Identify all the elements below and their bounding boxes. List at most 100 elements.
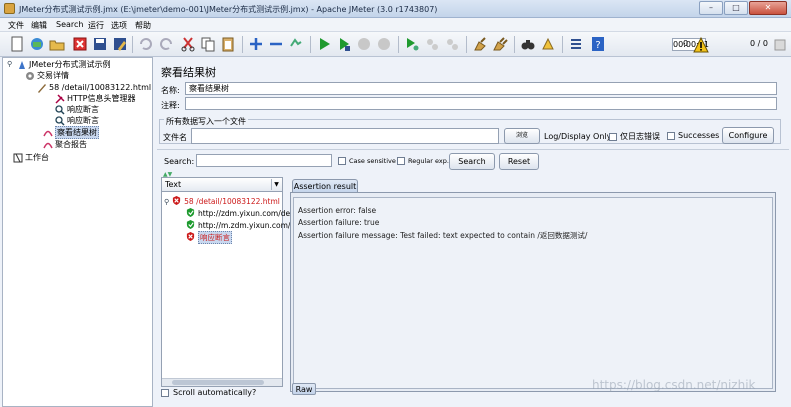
assertion-output[interactable]: Assertion error: false Assertion failure… bbox=[293, 197, 773, 389]
thread-group-icon bbox=[25, 71, 35, 81]
menu-run[interactable]: 运行 bbox=[88, 20, 104, 31]
collapse-icon[interactable] bbox=[268, 36, 284, 52]
result-list[interactable]: Text ▼ ⚲ 58 /detail/10083122.html http:/… bbox=[161, 177, 298, 387]
reset-button[interactable]: Reset bbox=[499, 153, 539, 170]
clear-icon[interactable] bbox=[472, 36, 488, 52]
regex-checkbox[interactable]: Regular exp. bbox=[397, 157, 449, 165]
checkbox-box[interactable] bbox=[397, 157, 405, 165]
tab-body: Assertion error: false Assertion failure… bbox=[290, 192, 776, 392]
tab-assertion-result[interactable]: Assertion result bbox=[292, 179, 358, 193]
tree-node-workbench[interactable]: 工作台 bbox=[13, 152, 49, 163]
remote-start-icon[interactable] bbox=[404, 36, 420, 52]
status-indicator-icon bbox=[772, 37, 788, 53]
tree-node-thread-group[interactable]: 交易详情 bbox=[25, 70, 69, 81]
chevron-down-icon[interactable]: ▼ bbox=[271, 179, 281, 190]
pass-shield-icon bbox=[186, 208, 195, 219]
checkbox-box[interactable] bbox=[609, 132, 617, 141]
new-icon[interactable] bbox=[9, 36, 25, 52]
result-item-sampler[interactable]: ⚲ 58 /detail/10083122.html bbox=[164, 196, 280, 207]
expand-toggle[interactable]: ⚲ bbox=[7, 60, 12, 68]
window-titlebar: JMeter分布式测试示例.jmx (E:\jmeter\demo-001\JM… bbox=[0, 0, 791, 18]
clear-all-icon[interactable] bbox=[492, 36, 508, 52]
errors-only-label: 仅日志错误 bbox=[620, 132, 660, 141]
browse-button[interactable]: 浏览 bbox=[504, 128, 540, 144]
menu-edit[interactable]: 编辑 bbox=[31, 20, 47, 31]
expand-toggle[interactable]: ⚲ bbox=[164, 198, 169, 206]
tree-node-label: 交易详情 bbox=[37, 71, 69, 80]
stop-icon[interactable] bbox=[356, 36, 372, 52]
paste-icon[interactable] bbox=[220, 36, 236, 52]
close-icon[interactable] bbox=[72, 36, 88, 52]
menu-help[interactable]: 帮助 bbox=[135, 20, 151, 31]
workbench-icon bbox=[13, 153, 23, 163]
errors-only-checkbox[interactable]: 仅日志错误 bbox=[609, 131, 660, 142]
listener-icon bbox=[43, 140, 53, 150]
header-manager-icon bbox=[55, 93, 65, 104]
open-icon[interactable] bbox=[49, 36, 65, 52]
assertion-line: Assertion failure: true bbox=[298, 218, 380, 227]
panel-heading: 察看结果树 bbox=[161, 66, 216, 79]
tree-node-assertion-1[interactable]: 响应断言 bbox=[55, 104, 99, 115]
result-item-assertion[interactable]: 响应断言 bbox=[186, 231, 232, 244]
checkbox-box[interactable] bbox=[161, 388, 169, 397]
copy-icon[interactable] bbox=[200, 36, 216, 52]
shutdown-icon[interactable] bbox=[376, 36, 392, 52]
checkbox-box[interactable] bbox=[667, 131, 675, 140]
configure-button[interactable]: Configure bbox=[722, 127, 774, 144]
help-icon[interactable]: ? bbox=[590, 36, 606, 52]
minimize-button[interactable]: – bbox=[699, 1, 723, 15]
menu-bar: 文件 编辑 Search 运行 选项 帮助 bbox=[0, 18, 791, 32]
renderer-select[interactable]: Text ▼ bbox=[162, 178, 282, 192]
start-no-pause-icon[interactable] bbox=[336, 36, 352, 52]
toggle-icon[interactable] bbox=[288, 36, 304, 52]
file-group-title: 所有数据写入一个文件 bbox=[164, 116, 248, 127]
tree-node-label: JMeter分布式测试示例 bbox=[29, 60, 111, 69]
maximize-button[interactable]: □ bbox=[724, 1, 748, 15]
renderer-value: Text bbox=[165, 180, 182, 189]
checkbox-box[interactable] bbox=[338, 157, 346, 165]
successes-checkbox[interactable]: Successes bbox=[667, 131, 719, 140]
name-field[interactable]: 察看结果树 bbox=[185, 82, 777, 95]
file-name-field[interactable] bbox=[191, 128, 499, 144]
remote-stop-icon[interactable] bbox=[424, 36, 440, 52]
comment-field[interactable] bbox=[185, 97, 777, 110]
search-icon[interactable] bbox=[520, 36, 536, 52]
tree-node-http-sampler[interactable]: 58 /detail/10083122.html bbox=[37, 82, 151, 93]
test-plan-tree[interactable]: ⚲ JMeter分布式测试示例 交易详情 58 /detail/10083122… bbox=[2, 57, 153, 407]
tree-node-view-results-tree[interactable]: 察看结果树 bbox=[43, 126, 99, 139]
scroll-automatically-checkbox[interactable]: Scroll automatically? bbox=[161, 388, 256, 397]
comment-label: 注释: bbox=[161, 101, 180, 110]
start-icon[interactable] bbox=[316, 36, 332, 52]
tab-raw[interactable]: Raw bbox=[292, 383, 316, 395]
templates-icon[interactable] bbox=[29, 36, 45, 52]
tree-node-test-plan[interactable]: JMeter分布式测试示例 bbox=[17, 59, 111, 70]
toolbar: ? 00:00:01 0 0 / 0 bbox=[0, 32, 791, 57]
tree-node-header-manager[interactable]: HTTP信息头管理器 bbox=[55, 93, 135, 104]
tree-node-assertion-2[interactable]: 响应断言 bbox=[55, 115, 99, 126]
redo-icon[interactable] bbox=[158, 36, 174, 52]
case-sensitive-checkbox[interactable]: Case sensitive bbox=[338, 157, 396, 165]
function-helper-icon[interactable] bbox=[568, 36, 584, 52]
fail-shield-icon bbox=[186, 232, 195, 243]
scrollbar-thumb[interactable] bbox=[172, 380, 264, 385]
undo-icon[interactable] bbox=[138, 36, 154, 52]
save-icon[interactable] bbox=[92, 36, 108, 52]
search-input[interactable] bbox=[196, 154, 332, 167]
expand-icon[interactable] bbox=[248, 36, 264, 52]
reset-search-icon[interactable] bbox=[540, 36, 556, 52]
horizontal-scrollbar[interactable] bbox=[162, 378, 282, 386]
result-item-subsample[interactable]: http://zdm.yixun.com/deta bbox=[186, 208, 298, 219]
save-as-icon[interactable] bbox=[112, 36, 128, 52]
menu-options[interactable]: 选项 bbox=[111, 20, 127, 31]
cut-icon[interactable] bbox=[180, 36, 196, 52]
divider bbox=[157, 149, 789, 150]
search-button[interactable]: Search bbox=[449, 153, 495, 170]
tree-node-label: 58 /detail/10083122.html bbox=[49, 83, 152, 92]
menu-file[interactable]: 文件 bbox=[8, 20, 24, 31]
close-window-button[interactable]: ✕ bbox=[749, 1, 787, 15]
remote-shutdown-icon[interactable] bbox=[444, 36, 460, 52]
menu-search[interactable]: Search bbox=[56, 20, 83, 29]
result-item-subsample[interactable]: http://m.zdm.yixun.com/d bbox=[186, 220, 295, 231]
tree-node-aggregate-report[interactable]: 聚合报告 bbox=[43, 139, 87, 150]
warning-icon[interactable] bbox=[693, 37, 709, 53]
